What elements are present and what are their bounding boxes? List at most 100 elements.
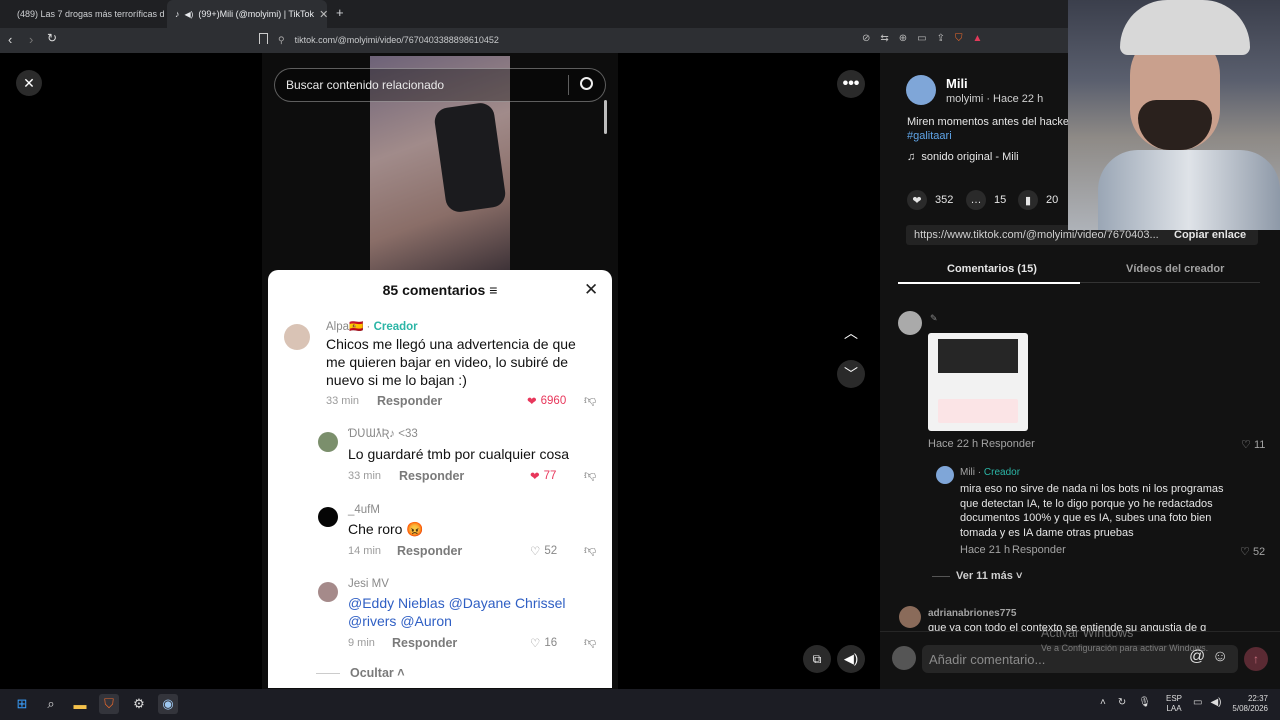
zoom-icon[interactable]: ⊕ (899, 33, 907, 44)
emoji-icon[interactable]: ☺ (1212, 648, 1228, 666)
microphone-icon[interactable]: 🎙︎ (1138, 697, 1151, 708)
comment-user[interactable]: Alpa🇪🇸 · Creador (326, 319, 418, 333)
bookmark-icon[interactable] (259, 33, 268, 44)
hide-replies-button[interactable]: Ocultar ˄ (350, 666, 405, 680)
volume-button[interactable]: ◀) (837, 645, 865, 673)
reply-button[interactable]: Responder (1012, 544, 1066, 556)
comment-mentions[interactable]: @Eddy Nieblas @Dayane Chrissel @rivers @… (348, 594, 578, 630)
url-field[interactable]: ⚲ tiktok.com/@molyimi/video/767040338889… (278, 30, 893, 50)
comment-like[interactable]: ♡ 52 (1240, 545, 1265, 558)
next-video-button[interactable]: ﹀ (837, 360, 865, 388)
file-explorer-icon[interactable]: ▬ (70, 694, 90, 714)
like-button[interactable]: ♡ 52 (530, 544, 557, 558)
dislike-icon[interactable]: 👎︎ (584, 635, 596, 650)
save-count: 20 (1046, 194, 1059, 206)
brave-shield-icon[interactable]: ⛉ (955, 33, 963, 44)
previous-video-button[interactable]: ︿ (837, 319, 865, 347)
reply-user[interactable]: Mili · Creador (960, 467, 1020, 478)
more-options-button[interactable]: ••• (837, 70, 865, 98)
avatar[interactable] (318, 582, 338, 602)
browser-tab-tiktok[interactable]: ♪ ◀) (99+)Mili (@molyimi) | TikTok ✕ (167, 0, 327, 28)
reply-button[interactable]: Responder (392, 636, 457, 650)
search-icon[interactable]: ⌕ (41, 694, 61, 714)
like-button[interactable]: ❤ 6960 (527, 394, 566, 408)
steam-icon[interactable]: ◉ (158, 694, 178, 714)
comment-stat[interactable]: … 15 (966, 190, 1006, 210)
forward-icon[interactable]: › (29, 32, 33, 47)
dislike-icon[interactable]: 👎︎ (584, 468, 596, 483)
reply-button[interactable]: Responder (397, 544, 462, 558)
view-more-replies-button[interactable]: Ver 11 más ˅ (956, 570, 1022, 582)
dislike-icon[interactable]: 👎︎ (584, 543, 596, 558)
avatar[interactable] (898, 311, 922, 335)
app-icon[interactable]: ⚙ (129, 694, 149, 714)
author-meta: molyimi · Hace 22 h (946, 93, 1044, 105)
picture-in-picture-button[interactable]: ⧉ (803, 645, 831, 673)
clock-date: 5/08/2026 (1232, 704, 1268, 713)
avatar[interactable] (899, 606, 921, 628)
reload-icon[interactable]: ↻ (47, 31, 57, 45)
sync-icon[interactable]: ↻ (1118, 697, 1126, 708)
video-scrollbar[interactable] (604, 100, 607, 134)
reply-button[interactable]: Responder (377, 394, 442, 408)
search-icon[interactable] (580, 77, 593, 90)
image-screenshot (938, 339, 1018, 373)
windows-start-icon[interactable]: ⊞ (12, 694, 32, 714)
cast-icon[interactable]: ▭ (917, 33, 926, 44)
language-indicator[interactable]: ESP LAA (1166, 694, 1182, 714)
like-button[interactable]: ❤ 77 (530, 469, 556, 483)
close-tab-icon[interactable]: ✕ (319, 8, 327, 21)
reply-button[interactable]: Responder (981, 438, 1035, 450)
avatar[interactable] (318, 507, 338, 527)
edit-icon: ✎ (930, 313, 938, 323)
chevron-down-icon: ﹀ (844, 366, 858, 382)
rewards-icon[interactable]: ▲ (973, 33, 983, 44)
avatar[interactable] (318, 432, 338, 452)
avatar[interactable] (284, 324, 310, 350)
post-comment-button[interactable]: ↑ (1244, 647, 1268, 671)
sheet-title-text: 85 comentarios (382, 282, 486, 298)
tab-label: (99+)Mili (@molyimi) | TikTok (198, 9, 315, 19)
comment-user[interactable]: ƊƲƜƛƦ♪ <33 (348, 428, 418, 440)
translate-icon[interactable]: ⇆ (880, 33, 888, 44)
eye-off-icon[interactable]: ⊘ (862, 33, 870, 44)
brave-browser-icon[interactable]: ⛉ (99, 694, 119, 714)
comment-image[interactable] (928, 333, 1028, 431)
back-icon[interactable]: ‹ (8, 32, 12, 47)
reply-button[interactable]: Responder (399, 469, 464, 483)
clock[interactable]: 22:37 5/08/2026 (1226, 694, 1268, 714)
new-tab-button[interactable]: + (336, 5, 344, 20)
like-stat[interactable]: ❤ 352 (907, 190, 953, 210)
avatar[interactable] (936, 466, 954, 484)
copy-link-button[interactable]: Copiar enlace (1174, 229, 1246, 241)
dislike-icon[interactable]: 👎︎ (584, 393, 596, 408)
author-avatar[interactable] (906, 75, 936, 105)
tab-creator-videos[interactable]: Vídeos del creador (1126, 263, 1224, 275)
share-icon[interactable]: ⇪ (937, 33, 945, 44)
ellipsis-icon: ••• (842, 75, 860, 92)
tab-comments[interactable]: Comentarios (15) (947, 263, 1037, 275)
site-info-icon[interactable]: ⚲ (278, 35, 285, 46)
browser-tab-youtube[interactable]: (489) Las 7 drogas más terroríficas de (4, 0, 164, 28)
close-sheet-icon[interactable]: ✕ (584, 280, 598, 300)
sound-link[interactable]: ♫ sonido original - Mili (907, 151, 1019, 163)
close-video-button[interactable]: ✕ (16, 70, 42, 96)
comment-user[interactable]: adrianabriones775 (928, 608, 1016, 619)
filter-icon[interactable]: ≡ (489, 282, 497, 298)
heart-icon: ❤ (907, 190, 927, 210)
like-button[interactable]: ♡ 16 (530, 636, 557, 650)
hashtag-link[interactable]: #galitaari (907, 130, 952, 142)
comment-time: 33 min (348, 470, 382, 482)
save-stat[interactable]: ▮ 20 (1018, 190, 1058, 210)
related-search-input[interactable]: Buscar contenido relacionado (274, 68, 606, 102)
comment-like[interactable]: ♡ 11 (1241, 438, 1265, 451)
volume-icon[interactable]: ◀) (1210, 697, 1221, 708)
chevron-down-icon: ˅ (1015, 570, 1023, 582)
view-more-label: Ver 11 más (956, 570, 1013, 582)
comment-user[interactable]: Jesi MV (348, 578, 389, 590)
comment-user[interactable]: _4ufM (348, 504, 380, 516)
search-divider (568, 75, 569, 95)
author-name[interactable]: Mili (946, 76, 968, 91)
network-icon[interactable]: ▭ (1193, 697, 1202, 708)
tray-chevron-icon[interactable]: ˄ (1100, 697, 1106, 708)
